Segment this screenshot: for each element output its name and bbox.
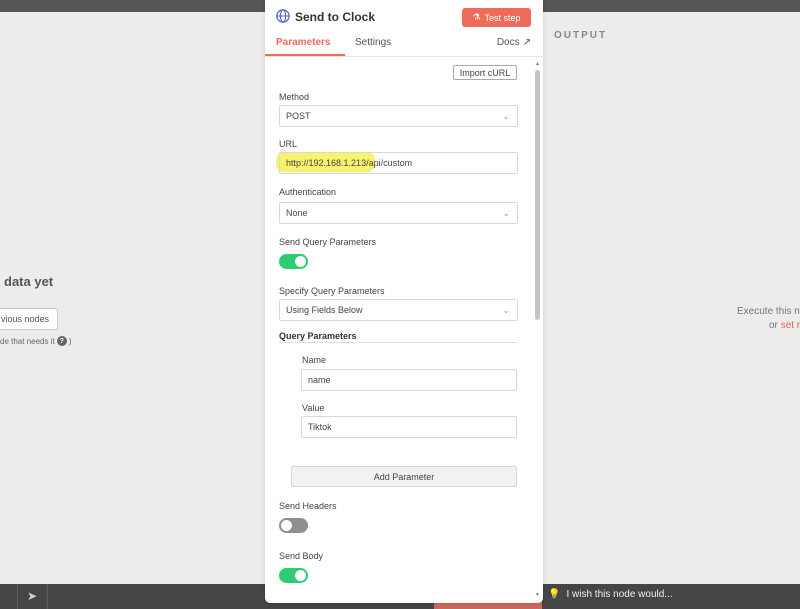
toggle-knob xyxy=(295,256,306,267)
input-hint-close: ) xyxy=(68,336,72,346)
no-input-data-text: data yet xyxy=(4,274,54,289)
node-title[interactable]: Send to Clock xyxy=(295,10,375,24)
test-step-label: Test step xyxy=(484,12,521,23)
specify-query-select[interactable]: Using Fields Below ⌄ xyxy=(279,299,518,321)
bottom-divider xyxy=(47,584,48,609)
authentication-label: Authentication xyxy=(279,187,337,197)
execute-previous-nodes-button[interactable]: vious nodes xyxy=(0,308,58,330)
output-title: OUTPUT xyxy=(554,30,608,41)
input-panel xyxy=(0,12,265,584)
active-tab-underline xyxy=(265,54,345,56)
url-input[interactable]: http://192.168.1.213/api/custom xyxy=(279,152,518,174)
panel-scrollbar[interactable] xyxy=(535,70,540,320)
input-hint-text: de that needs it xyxy=(0,336,55,346)
globe-icon xyxy=(276,9,290,23)
add-parameter-button[interactable]: Add Parameter xyxy=(291,466,517,487)
authentication-select[interactable]: None ⌄ xyxy=(279,202,518,224)
question-icon[interactable]: ? xyxy=(56,336,67,346)
test-step-button[interactable]: ⚗ Test step xyxy=(462,8,531,27)
send-query-label: Send Query Parameters xyxy=(279,237,377,247)
method-select[interactable]: POST ⌄ xyxy=(279,105,518,127)
docs-link[interactable]: Docs ↗ xyxy=(497,37,531,48)
chevron-down-icon: ⌄ xyxy=(502,208,510,218)
tab-parameters[interactable]: Parameters xyxy=(276,37,330,48)
send-body-label: Send Body xyxy=(279,551,324,561)
node-settings-panel: Send to Clock ⚗ Test step Parameters Set… xyxy=(265,0,543,603)
feature-wish-label: I wish this node would... xyxy=(566,589,673,600)
input-hint: de that needs it ? ) xyxy=(0,336,71,346)
chevron-down-icon: ⌄ xyxy=(502,305,510,315)
scroll-down-arrow[interactable]: ▼ xyxy=(535,592,540,598)
query-value-label: Value xyxy=(302,403,325,413)
url-value: http://192.168.1.213/api/custom xyxy=(286,158,413,168)
execute-node-text: Execute this n xyxy=(737,306,800,317)
feature-wish-button[interactable]: 💡 I wish this node would... xyxy=(548,589,673,600)
send-body-toggle[interactable] xyxy=(279,568,308,583)
query-parameters-title: Query Parameters xyxy=(279,331,357,341)
bottom-divider xyxy=(17,584,18,609)
section-divider xyxy=(279,342,517,343)
query-value-value: Tiktok xyxy=(308,422,332,432)
toggle-knob xyxy=(295,570,306,581)
method-label: Method xyxy=(279,92,310,102)
output-panel xyxy=(543,12,800,584)
send-query-toggle[interactable] xyxy=(279,254,308,269)
method-value: POST xyxy=(286,111,311,121)
set-mock-data-link[interactable]: set r xyxy=(781,320,800,331)
scroll-up-arrow[interactable]: ▲ xyxy=(535,61,540,67)
flask-icon: ⚗ xyxy=(472,12,481,22)
chevron-down-icon: ⌄ xyxy=(502,111,510,121)
import-curl-button[interactable]: Import cURL xyxy=(453,65,517,80)
authentication-value: None xyxy=(286,208,308,218)
query-name-input[interactable]: name xyxy=(301,369,517,391)
lightbulb-icon: 💡 xyxy=(548,589,561,600)
cursor-icon: ➤ xyxy=(27,589,38,603)
or-text: or xyxy=(769,320,778,331)
node-panel-header: Send to Clock ⚗ Test step xyxy=(265,0,543,33)
query-name-value: name xyxy=(308,375,331,385)
toggle-knob xyxy=(281,520,292,531)
specify-query-value: Using Fields Below xyxy=(286,305,363,315)
query-value-input[interactable]: Tiktok xyxy=(301,416,517,438)
query-name-label: Name xyxy=(302,355,327,365)
send-headers-toggle[interactable] xyxy=(279,518,308,533)
docs-label: Docs xyxy=(496,37,520,48)
tab-settings[interactable]: Settings xyxy=(355,37,391,48)
node-tabs: Parameters Settings Docs ↗ xyxy=(265,35,543,57)
or-set-mock-text: or set r xyxy=(769,320,800,331)
external-link-icon: ↗ xyxy=(522,37,531,48)
url-label: URL xyxy=(279,139,298,149)
send-headers-label: Send Headers xyxy=(279,501,337,511)
specify-query-label: Specify Query Parameters xyxy=(279,286,385,296)
